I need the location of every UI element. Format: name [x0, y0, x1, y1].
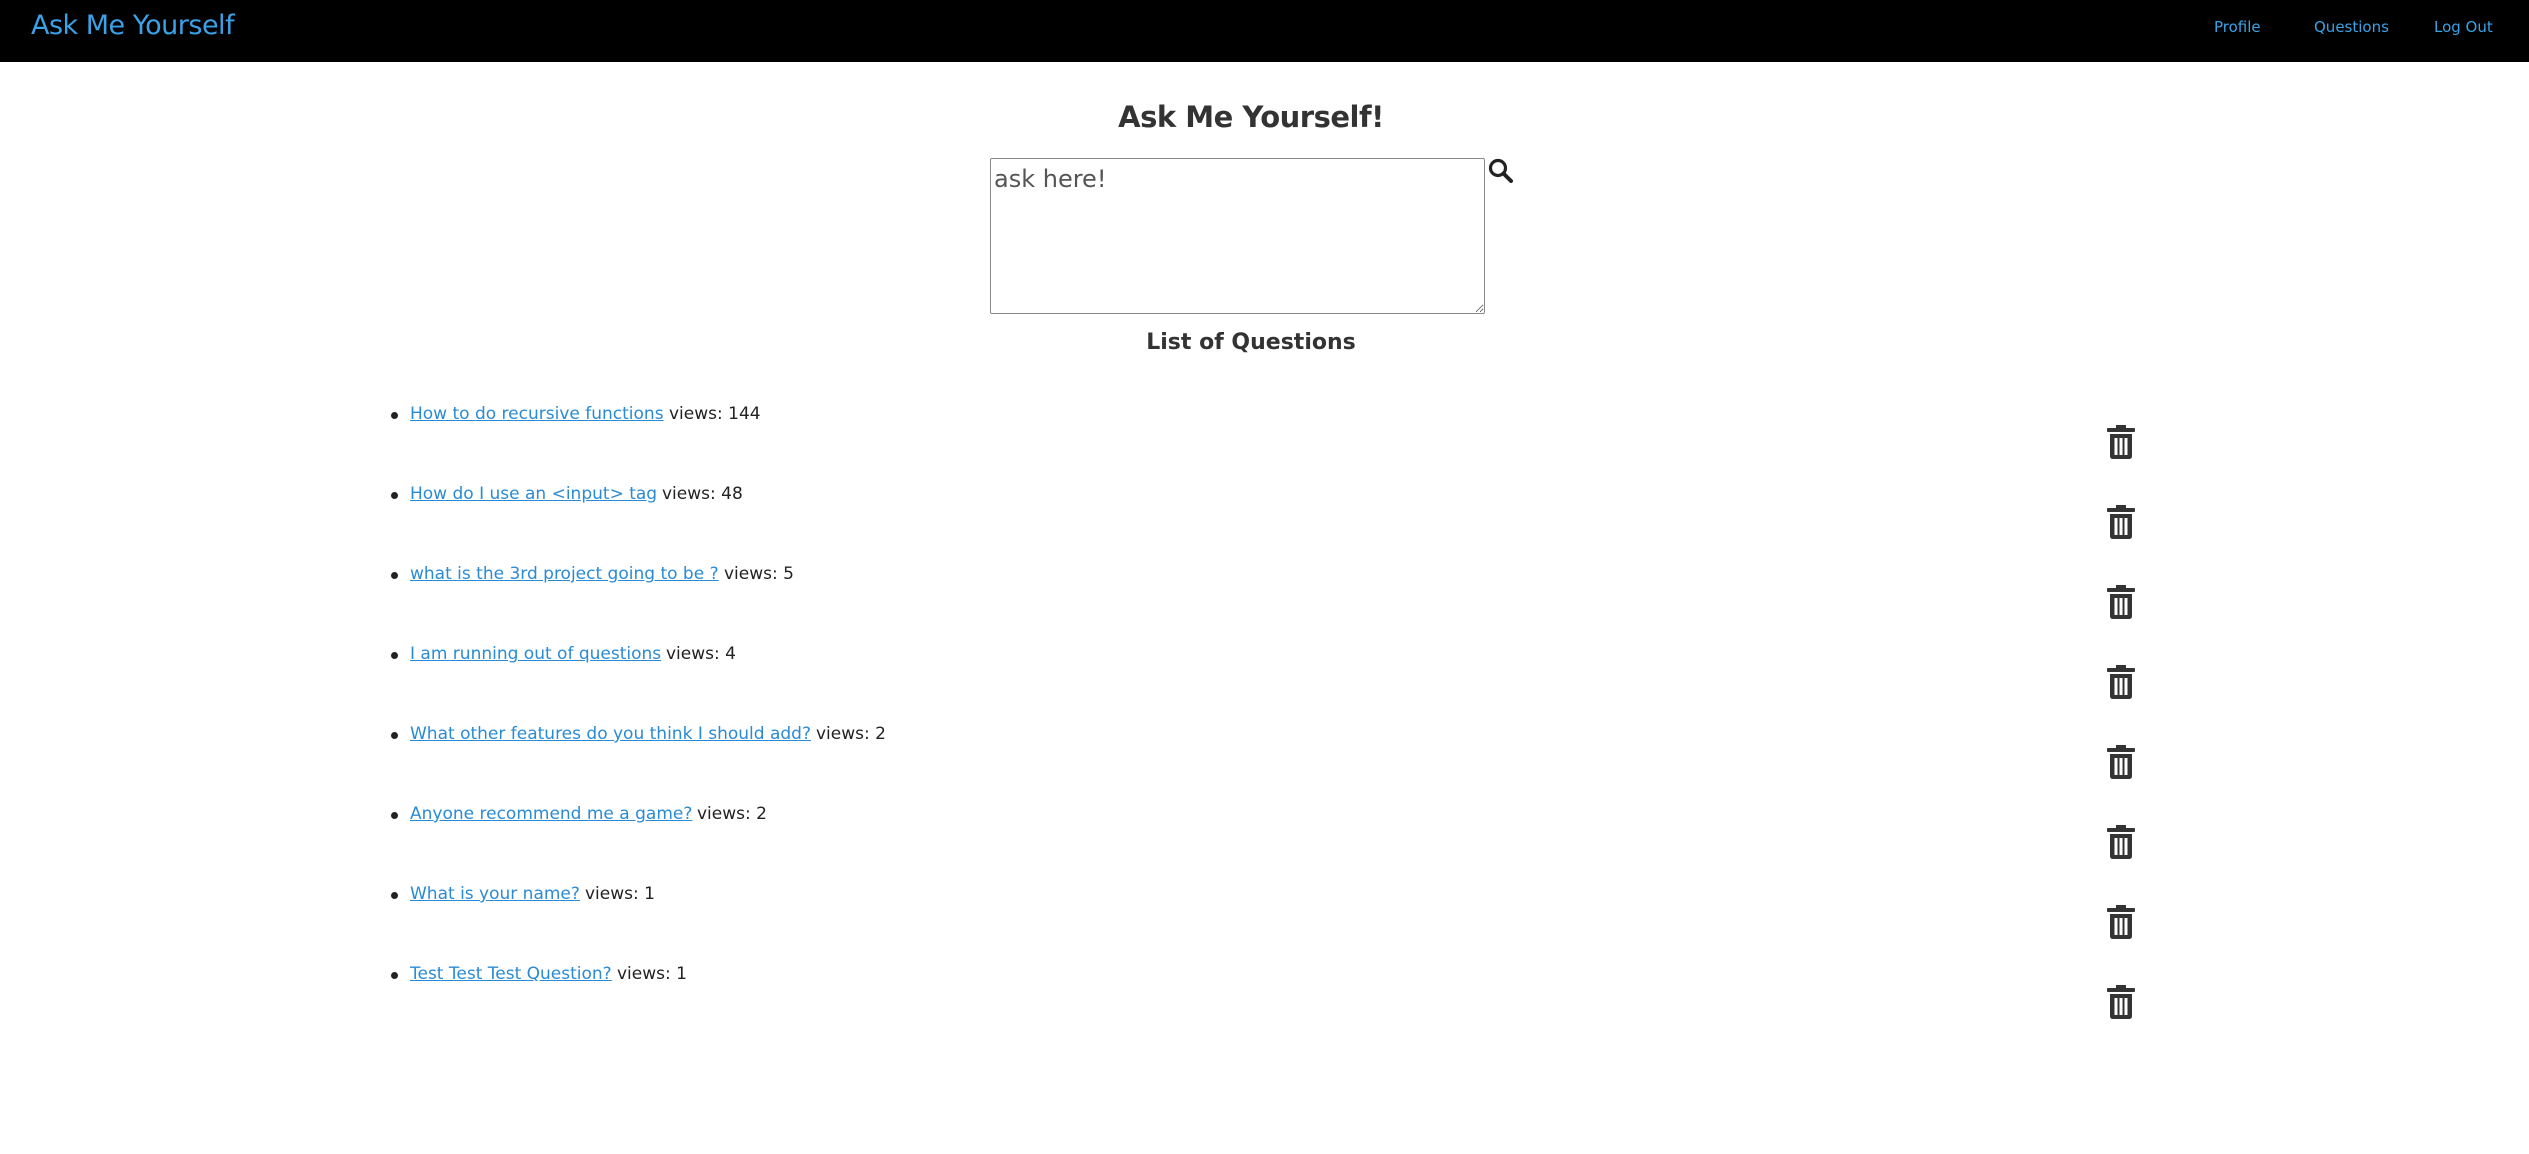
trash-icon	[2107, 985, 2135, 1019]
views-count: views: 2	[816, 724, 886, 744]
question-link[interactable]: What is your name?	[410, 884, 580, 904]
views-count: views: 1	[585, 884, 655, 904]
bullet	[391, 492, 398, 499]
delete-question-button[interactable]	[2106, 745, 2136, 779]
trash-icon	[2107, 425, 2135, 459]
bullet	[391, 412, 398, 419]
trash-icon	[2107, 505, 2135, 539]
bullet	[391, 572, 398, 579]
views-count: views: 2	[697, 804, 767, 824]
trash-icon	[2107, 825, 2135, 859]
trash-icon	[2107, 745, 2135, 779]
delete-question-button[interactable]	[2106, 505, 2136, 539]
question-link[interactable]: Anyone recommend me a game?	[410, 804, 692, 824]
delete-question-button[interactable]	[2106, 425, 2136, 459]
trash-icon	[2107, 585, 2135, 619]
question-link[interactable]: what is the 3rd project going to be ?	[410, 564, 719, 584]
delete-question-button[interactable]	[2106, 985, 2136, 1019]
views-count: views: 5	[724, 564, 794, 584]
search-icon	[1488, 158, 1513, 183]
bullet	[391, 652, 398, 659]
bullet	[391, 732, 398, 739]
views-count: views: 1	[617, 964, 687, 984]
list-heading: List of Questions	[1146, 330, 1356, 355]
question-link[interactable]: Test Test Test Question?	[410, 964, 612, 984]
bullet	[391, 892, 398, 899]
delete-question-button[interactable]	[2106, 825, 2136, 859]
trash-icon	[2107, 905, 2135, 939]
brand-link[interactable]: Ask Me Yourself	[31, 10, 235, 41]
page-title: Ask Me Yourself!	[1118, 100, 1384, 134]
top-navbar: Ask Me Yourself Profile Questions Log Ou…	[0, 0, 2529, 62]
delete-question-button[interactable]	[2106, 585, 2136, 619]
views-count: views: 4	[666, 644, 736, 664]
views-count: views: 144	[669, 404, 761, 424]
delete-question-button[interactable]	[2106, 665, 2136, 699]
bullet	[391, 972, 398, 979]
nav-link-questions[interactable]: Questions	[2314, 18, 2389, 36]
question-link[interactable]: What other features do you think I shoul…	[410, 724, 811, 744]
delete-question-button[interactable]	[2106, 905, 2136, 939]
nav-link-profile[interactable]: Profile	[2214, 18, 2261, 36]
views-count: views: 48	[662, 484, 743, 504]
search-button[interactable]	[1486, 157, 1516, 187]
bullet	[391, 812, 398, 819]
trash-icon	[2107, 665, 2135, 699]
ask-question-input[interactable]	[990, 158, 1485, 314]
question-link[interactable]: I am running out of questions	[410, 644, 661, 664]
question-link[interactable]: How to do recursive functions	[410, 404, 664, 424]
nav-link-logout[interactable]: Log Out	[2434, 18, 2493, 36]
question-link[interactable]: How do I use an <input> tag	[410, 484, 657, 504]
